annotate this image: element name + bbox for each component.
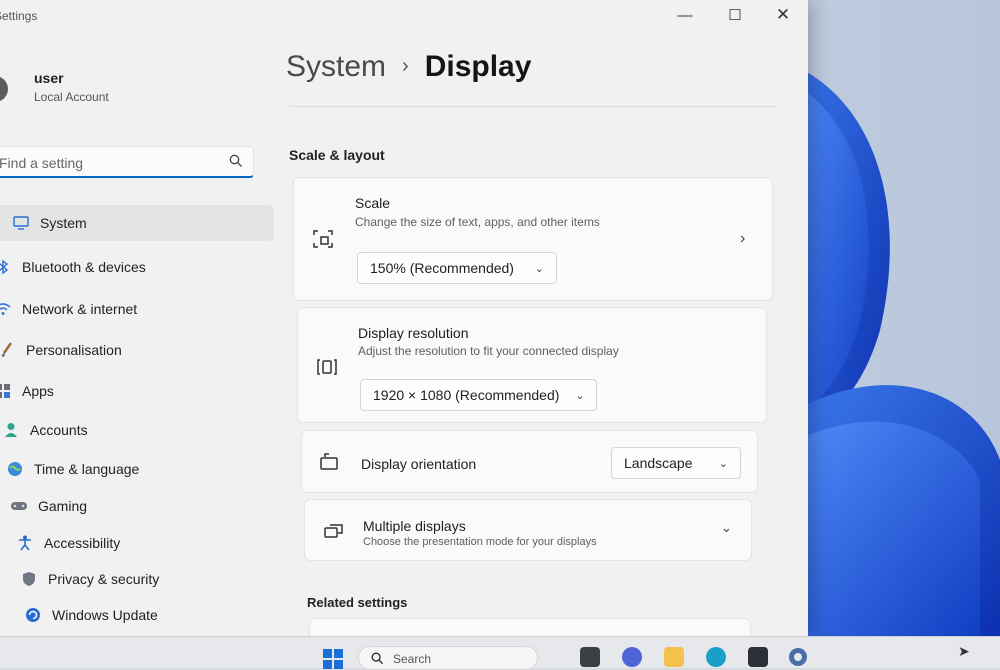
title-bar: Settings — ☐ ✕ (0, 0, 808, 34)
display-orientation-card: Display orientation Landscape ⌄ (301, 430, 758, 493)
chevron-right-icon[interactable]: › (740, 230, 745, 248)
search-box[interactable]: Find a setting (0, 146, 254, 178)
edge-browser-icon[interactable] (706, 647, 726, 667)
settings-window: Settings — ☐ ✕ user Local Account Find a… (0, 0, 808, 636)
bluetooth-icon (0, 258, 12, 276)
chevron-down-icon[interactable]: ⌄ (721, 520, 732, 536)
multiple-displays-card[interactable]: Multiple displays Choose the presentatio… (304, 499, 752, 561)
orientation-dropdown-value: Landscape (624, 455, 693, 471)
related-settings-title: Related settings (307, 595, 408, 610)
sidebar-item-label: Bluetooth & devices (22, 259, 146, 275)
search-icon (371, 652, 384, 665)
orientation-icon (320, 453, 338, 470)
scale-description: Change the size of text, apps, and other… (355, 215, 600, 229)
scale-title: Scale (355, 195, 391, 211)
sidebar-item-label: Privacy & security (48, 571, 160, 587)
taskbar-search-box[interactable]: Search (358, 646, 538, 670)
sidebar-item-windows-update[interactable]: Windows Update (24, 597, 158, 633)
avatar (0, 76, 8, 102)
sidebar-item-bluetooth[interactable]: Bluetooth & devices (0, 249, 146, 285)
sidebar-item-label: Gaming (38, 498, 88, 514)
breadcrumb: System › Display (286, 50, 531, 84)
sidebar-item-label: Windows Update (52, 607, 158, 623)
scale-dropdown-value: 150% (Recommended) (370, 260, 514, 276)
app-title: Settings (0, 9, 38, 23)
related-settings-card[interactable] (309, 618, 751, 636)
sidebar-item-label: Apps (22, 383, 54, 399)
sidebar-item-system[interactable]: System (0, 205, 274, 241)
resolution-dropdown-value: 1920 × 1080 (Recommended) (373, 387, 560, 403)
multiple-displays-description: Choose the presentation mode for your di… (363, 536, 597, 548)
scale-dropdown[interactable]: 150% (Recommended) ⌄ (357, 252, 557, 284)
header-divider (290, 106, 776, 107)
multiple-displays-icon (324, 524, 343, 538)
breadcrumb-parent-link[interactable]: System (286, 50, 386, 83)
minimize-button[interactable]: — (662, 0, 708, 30)
section-title: Scale & layout (289, 147, 385, 163)
sidebar-item-network[interactable]: Network & internet (0, 291, 137, 327)
chat-icon[interactable] (622, 647, 642, 667)
maximize-button[interactable]: ☐ (712, 0, 758, 30)
file-explorer-icon[interactable] (664, 647, 684, 667)
apps-icon (0, 382, 12, 400)
display-resolution-card: Display resolution Adjust the resolution… (297, 307, 767, 423)
taskbar-search-label: Search (393, 652, 432, 666)
task-view-icon[interactable] (580, 647, 600, 667)
gamepad-icon (10, 497, 28, 515)
sidebar-item-label: Accessibility (44, 535, 121, 551)
monitor-icon (12, 214, 30, 232)
scale-icon (313, 230, 333, 248)
orientation-dropdown[interactable]: Landscape ⌄ (611, 447, 741, 479)
accessibility-icon (16, 534, 34, 552)
network-status-icon[interactable]: ➤ (958, 643, 970, 660)
resolution-title: Display resolution (358, 325, 469, 341)
sidebar-item-label: Personalisation (26, 342, 122, 358)
resolution-description: Adjust the resolution to fit your connec… (358, 344, 619, 358)
sidebar-item-label: Accounts (30, 422, 88, 438)
close-button[interactable]: ✕ (760, 0, 806, 30)
scale-card[interactable]: Scale Change the size of text, apps, and… (293, 177, 773, 301)
shield-icon (20, 570, 38, 588)
breadcrumb-separator-icon: › (402, 55, 409, 77)
settings-gear-icon[interactable] (786, 645, 810, 669)
multiple-displays-title: Multiple displays (363, 518, 466, 534)
taskbar: Search ➤ (0, 636, 1000, 670)
globe-icon (6, 460, 24, 478)
update-icon (24, 606, 42, 624)
wifi-icon (0, 300, 12, 318)
resolution-dropdown[interactable]: 1920 × 1080 (Recommended) ⌄ (360, 379, 597, 411)
sidebar-item-apps[interactable]: Apps (0, 373, 54, 409)
orientation-title: Display orientation (361, 456, 477, 472)
chevron-down-icon: ⌄ (534, 262, 544, 275)
sidebar-item-label: Time & language (34, 461, 140, 477)
search-icon[interactable] (229, 154, 243, 168)
brush-icon (0, 341, 16, 359)
user-account-type: Local Account (34, 90, 109, 104)
user-name: user (34, 70, 64, 86)
chevron-down-icon: ⌄ (575, 389, 585, 402)
sidebar-item-accessibility[interactable]: Accessibility (16, 525, 120, 561)
page-title: Display (424, 50, 532, 83)
sidebar-item-label: Network & internet (22, 301, 138, 317)
person-icon (2, 421, 20, 439)
sidebar-item-label: System (40, 215, 87, 231)
search-input[interactable]: Find a setting (0, 155, 83, 171)
chevron-down-icon: ⌄ (718, 457, 728, 470)
sidebar-item-privacy[interactable]: Privacy & security (20, 561, 159, 597)
sidebar-item-personalisation[interactable]: Personalisation (0, 332, 122, 368)
store-icon[interactable] (748, 647, 768, 667)
sidebar-item-time-language[interactable]: Time & language (6, 451, 139, 487)
sidebar-item-gaming[interactable]: Gaming (10, 488, 87, 524)
resolution-icon (317, 359, 337, 375)
sidebar-item-accounts[interactable]: Accounts (2, 412, 88, 448)
